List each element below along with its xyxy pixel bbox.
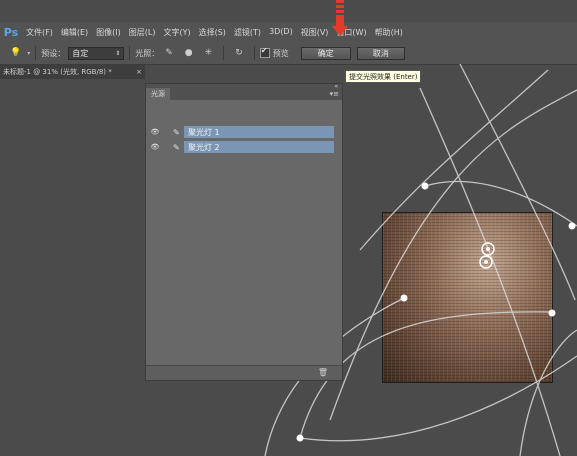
tooltip: 提交光照效果 (Enter) [345,70,422,83]
lights-panel: 光源 « ▾≡ 👁 ✎ 聚光灯 1 👁 ✎ 聚光灯 2 🗑 [145,83,343,381]
photoshop-window: Ps 文件(F) 编辑(E) 图像(I) 图层(L) 文字(Y) 选择(S) 滤镜(T) 3D… [0,0,577,456]
indicator-arrow [332,0,348,36]
light-guide-curve [519,329,577,456]
light-handle[interactable] [568,222,576,230]
eye-icon[interactable]: 👁 [148,143,162,151]
light-row[interactable]: 👁 ✎ 聚光灯 2 [146,141,334,153]
light-label: 聚光灯 2 [188,143,220,152]
light-handle[interactable] [548,309,556,317]
light-handle[interactable] [421,182,429,190]
light-row[interactable]: 👁 ✎ 聚光灯 1 [146,126,334,138]
light-handle[interactable] [296,434,304,442]
light-guide-curve [459,63,576,301]
lights-list: 👁 ✎ 聚光灯 1 👁 ✎ 聚光灯 2 [146,100,342,366]
panel-footer: 🗑 [146,365,342,380]
light-guide-curve [359,69,549,251]
panel-menu-icon[interactable]: ▾≡ [330,90,342,100]
light-label: 聚光灯 1 [188,128,220,137]
light-handle[interactable] [400,294,408,302]
panel-header: 光源 « ▾≡ [146,83,342,100]
spotlight-icon: ✎ [173,127,180,137]
light-guide-curve [419,87,561,456]
light-guide-curve [329,89,577,421]
collapse-icon[interactable]: « [334,83,338,90]
spotlight-icon: ✎ [173,142,180,152]
eye-icon[interactable]: 👁 [148,128,162,136]
tab-lights[interactable]: 光源 [146,88,170,100]
trash-icon[interactable]: 🗑 [318,368,328,377]
